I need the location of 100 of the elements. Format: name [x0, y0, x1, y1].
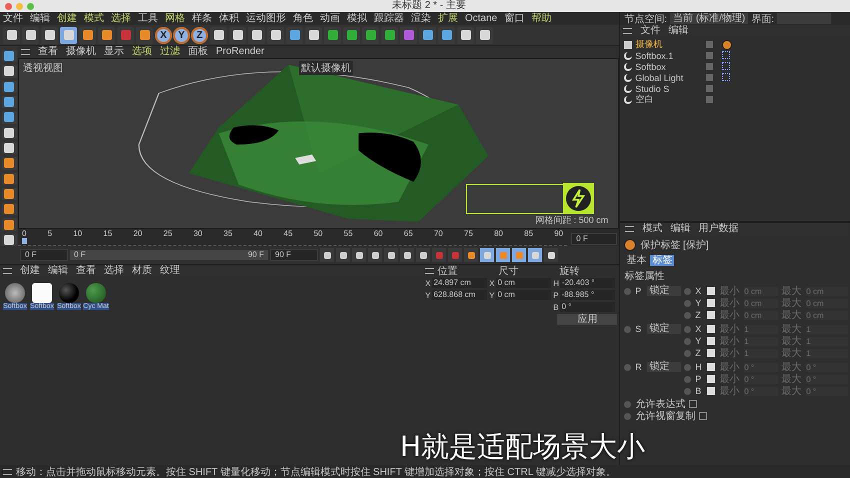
node-space-label: 节点空间:	[624, 12, 668, 24]
coordinate-field[interactable]: 0 °	[560, 302, 616, 312]
viewport-menu-item[interactable]: 查看	[38, 46, 58, 58]
viewport-menu-item[interactable]: 选项	[132, 46, 152, 58]
axis-lock-button[interactable]: X	[155, 26, 172, 44]
interface-label: 界面:	[751, 12, 774, 26]
material-menu-item[interactable]: 纹理	[160, 265, 180, 277]
object-row[interactable]: 空白	[624, 94, 846, 105]
menu-icon[interactable]	[21, 49, 30, 55]
frame-number: 60	[374, 229, 383, 238]
menu-item[interactable]: 跟踪器	[374, 12, 404, 24]
material-menu-item[interactable]: 选择	[104, 265, 124, 277]
close-icon[interactable]	[5, 2, 12, 10]
current-frame-field[interactable]: 0 F	[571, 233, 618, 245]
menu-item[interactable]: Octane	[465, 12, 498, 24]
protection-tag-icon[interactable]	[722, 40, 732, 50]
menu-item[interactable]: 渲染	[411, 12, 431, 24]
viewport-menu-item[interactable]: 摄像机	[66, 46, 96, 58]
dotted-tag-icon[interactable]	[722, 72, 730, 80]
mode-dropdown[interactable]: 锁定	[647, 362, 682, 372]
axis-label: Z	[695, 348, 702, 358]
menu-icon[interactable]	[425, 268, 434, 274]
start-frame-field[interactable]: 0 F	[20, 249, 68, 261]
menu-item[interactable]: 选择	[111, 12, 131, 24]
axis-lock-button[interactable]: Y	[173, 26, 190, 44]
menu-item[interactable]: 运动图形	[246, 12, 286, 24]
camera-label[interactable]: 默认摄像机	[299, 61, 353, 75]
coordinate-field[interactable]: 0 cm	[496, 290, 552, 300]
coordinate-header: 尺寸	[498, 264, 520, 278]
menu-item[interactable]: 工具	[138, 12, 158, 24]
animate-toggle[interactable]	[624, 364, 632, 370]
checkbox[interactable]	[689, 400, 698, 408]
node-space-dropdown[interactable]: 当前 (标准/物理)	[670, 13, 748, 24]
object-menu-item[interactable]: 文件	[640, 25, 660, 37]
viewport-menu-item[interactable]: 过滤	[160, 46, 180, 58]
menu-item[interactable]: 动画	[320, 12, 340, 24]
menu-icon[interactable]	[3, 268, 12, 274]
coordinate-field[interactable]: 24.897 cm	[432, 278, 488, 288]
menu-item[interactable]: 角色	[293, 12, 313, 24]
menu-icon[interactable]	[623, 28, 632, 34]
coordinate-field[interactable]: -20.403 °	[560, 278, 616, 288]
max-label: 最大	[781, 308, 802, 322]
frame-number: 80	[494, 229, 503, 238]
mode-dropdown[interactable]: 锁定	[647, 324, 682, 334]
viewport-menu-item[interactable]: ProRender	[216, 46, 264, 58]
object-row[interactable]: 摄像机	[624, 39, 846, 50]
menu-item[interactable]: 帮助	[531, 12, 552, 24]
frame-range-slider[interactable]: 0 F 90 F	[70, 250, 268, 260]
object-name: Softbox	[635, 62, 667, 72]
menu-item[interactable]: 体积	[219, 12, 239, 24]
min-label: 最小	[719, 334, 740, 348]
attribute-menu-item[interactable]: 模式	[642, 223, 662, 235]
object-row[interactable]: Softbox.1	[624, 50, 846, 61]
attribute-menu-item[interactable]: 编辑	[670, 223, 690, 235]
checkbox[interactable]	[699, 412, 708, 420]
max-label: 最大	[781, 360, 802, 374]
object-menu-item[interactable]: 编辑	[668, 25, 688, 37]
menu-item[interactable]: 扩展	[438, 12, 458, 24]
mode-dropdown[interactable]: 锁定	[647, 286, 682, 296]
coordinate-header: 位置	[437, 264, 458, 278]
lightning-icon[interactable]	[563, 183, 594, 214]
menu-item[interactable]: 模式	[84, 12, 104, 24]
min-label: 最小	[719, 296, 740, 310]
max-label: 最大	[781, 296, 802, 310]
coordinate-field[interactable]: 628.868 cm	[432, 290, 488, 300]
end-frame-field[interactable]: 90 F	[270, 249, 318, 261]
axis-lock-button[interactable]: Z	[191, 26, 208, 44]
menu-item[interactable]: 创建	[57, 12, 77, 24]
axis-label: H	[695, 362, 703, 372]
viewport-menu-item[interactable]: 面板	[188, 46, 208, 58]
viewport[interactable]: 透视视图 默认摄像机 网格间距 : 500 cm	[18, 58, 620, 229]
object-row[interactable]: Softbox	[624, 61, 846, 72]
object-row[interactable]: Studio S	[624, 83, 846, 94]
coordinate-field[interactable]: 0 cm	[496, 278, 552, 288]
attribute-menu-item[interactable]: 用户数据	[698, 223, 738, 235]
viewport-menu-item[interactable]: 显示	[104, 46, 124, 58]
attribute-tab[interactable]: 基本	[624, 255, 648, 266]
attribute-tab[interactable]: 标签	[650, 255, 674, 266]
dotted-tag-icon[interactable]	[722, 62, 730, 70]
menu-icon[interactable]	[3, 468, 12, 474]
menu-icon[interactable]	[625, 226, 634, 232]
apply-button[interactable]: 应用	[557, 314, 618, 325]
dotted-tag-icon[interactable]	[722, 50, 730, 58]
menu-item[interactable]: 窗口	[504, 12, 524, 24]
menu-item[interactable]: 模拟	[347, 12, 367, 24]
material-menu-item[interactable]: 创建	[20, 265, 40, 277]
menu-item[interactable]: 样条	[192, 12, 212, 24]
material-menu-item[interactable]: 查看	[76, 265, 96, 277]
material-menu-item[interactable]: 编辑	[48, 265, 68, 277]
material-menu-item[interactable]: 材质	[132, 265, 152, 277]
object-row[interactable]: Global Light	[624, 72, 846, 83]
axis-label: Y	[695, 298, 702, 308]
axis-label: X	[695, 286, 702, 296]
animate-toggle[interactable]	[624, 326, 632, 332]
max-label: 最大	[781, 284, 802, 298]
animate-toggle[interactable]	[624, 288, 632, 294]
menu-item[interactable]: 文件	[3, 12, 23, 24]
menu-item[interactable]: 编辑	[30, 12, 50, 24]
menu-item[interactable]: 网格	[165, 12, 185, 24]
coordinate-field[interactable]: -88.985 °	[560, 290, 616, 300]
